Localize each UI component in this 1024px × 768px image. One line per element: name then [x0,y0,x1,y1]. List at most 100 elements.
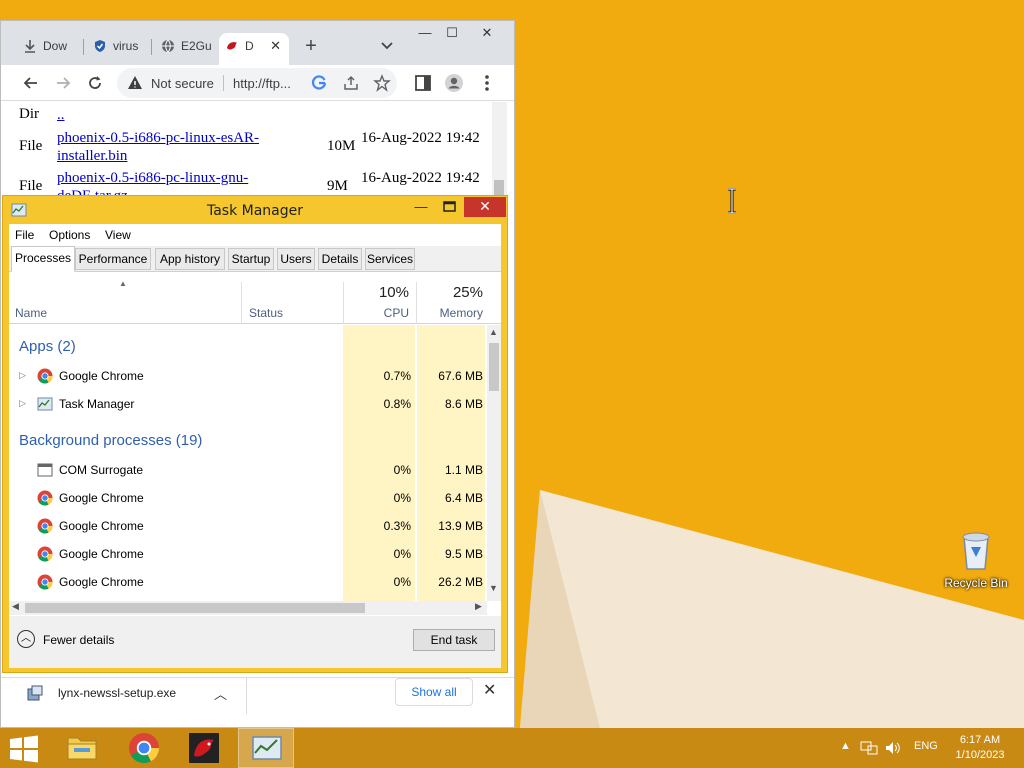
process-row[interactable]: ▷ Google Chrome 0.7% 67.6 MB [9,362,485,390]
fewer-details-link[interactable]: Fewer details [43,633,114,647]
title-bar[interactable]: Task Manager — ✕ [3,196,507,224]
process-row[interactable]: ▷ Task Manager 0.8% 8.6 MB [9,390,485,418]
chevron-down-icon[interactable] [379,37,395,53]
menu-file[interactable]: File [15,228,34,242]
clock-time: 6:17 AM [959,734,1001,746]
process-list-vertical-scrollbar[interactable]: ▲ ▼ [487,325,501,601]
tab-e2gu[interactable]: E2Gu [155,33,215,65]
column-status[interactable]: Status [249,306,283,320]
clock-date: 1/10/2023 [955,749,1005,761]
tab-divider [83,39,84,55]
download-icon [25,40,35,53]
entry-link[interactable]: phoenix-0.5-i686-pc-linux-esAR-installer… [57,129,307,165]
start-button[interactable] [0,728,56,768]
page-scrollbar[interactable] [492,102,507,202]
tab-close-icon[interactable]: ✕ [270,33,281,59]
tab-label: Dow [43,39,68,53]
menu-view[interactable]: View [105,228,131,242]
download-filename[interactable]: lynx-newssl-setup.exe [58,686,176,700]
new-tab-button[interactable]: + [301,35,321,57]
footer-bar: ︿ Fewer details End task [9,616,501,668]
download-bar: lynx-newssl-setup.exe ︿ Show all ✕ [1,677,514,727]
close-download-bar-icon[interactable]: ✕ [483,680,496,700]
volume-icon[interactable] [884,740,902,756]
input-language[interactable]: ENG [914,740,938,752]
google-icon[interactable] [311,75,327,91]
menu-options[interactable]: Options [49,228,90,242]
scroll-down-icon[interactable]: ▼ [489,583,498,593]
more-menu-icon[interactable] [477,73,497,93]
tab-services[interactable]: Services [365,248,415,270]
scroll-left-icon[interactable]: ◀ [12,601,19,612]
task-manager-body: File Options View Processes Performance … [9,224,501,668]
maximize-button[interactable] [437,199,461,217]
taskbar-chrome[interactable] [116,728,172,768]
taskbar-file-explorer[interactable] [54,728,110,768]
tab-label: D [245,39,254,53]
reload-icon[interactable] [85,73,105,93]
tab-startup[interactable]: Startup [228,248,274,270]
entry-date: 16-Aug-2022 19:42 [361,130,480,146]
security-label: Not secure [151,76,214,91]
profile-avatar-icon[interactable] [444,73,464,93]
warning-icon [128,76,142,89]
taskbar-dragon-app[interactable] [176,728,232,768]
end-task-button[interactable]: End task [413,629,495,651]
entry-size: 10M [327,138,356,154]
scroll-right-icon[interactable]: ▶ [475,601,482,612]
show-hidden-icons-icon[interactable]: ▲ [840,740,851,752]
recycle-bin[interactable]: Recycle Bin [940,527,1012,590]
process-list-horizontal-scrollbar[interactable]: ◀ ▶ [9,601,487,615]
tab-users[interactable]: Users [277,248,315,270]
scrollbar-thumb[interactable] [25,603,365,613]
clock[interactable]: 6:17 AM 1/10/2023 [944,733,1016,763]
chrome-icon [37,546,53,562]
address-bar[interactable]: Not secure http://ftp... [117,68,397,98]
process-row[interactable]: Google Chrome 0.3% 13.9 MB [9,512,485,540]
entry-type: Dir [19,106,39,122]
minimize-button[interactable]: — [411,199,431,217]
column-name[interactable]: Name [15,306,47,320]
scrollbar-thumb[interactable] [489,343,499,391]
tab-app-history[interactable]: App history [155,248,225,270]
process-row[interactable]: Google Chrome 0% 9.5 MB [9,540,485,568]
tab-downloads[interactable]: Dow [17,33,79,65]
tab-bar: Processes Performance App history Startu… [9,246,501,272]
process-row[interactable]: Google Chrome 0% 6.4 MB [9,484,485,512]
chevron-up-icon[interactable]: ︿ [214,684,227,703]
minimize-button[interactable]: — [411,23,439,43]
chevron-up-circle-icon[interactable]: ︿ [17,630,35,648]
network-icon[interactable] [860,740,878,756]
tab-active[interactable]: D ✕ [219,33,289,65]
browser-toolbar: Not secure http://ftp... [1,65,514,101]
process-row[interactable]: COM Surrogate 0% 1.1 MB [9,456,485,484]
expand-icon[interactable]: ▷ [19,370,26,381]
share-icon[interactable] [343,75,359,91]
close-button[interactable]: ✕ [464,197,506,217]
tab-processes[interactable]: Processes [11,246,75,272]
maximize-button[interactable]: ☐ [438,23,466,43]
star-icon[interactable] [373,74,391,92]
installer-icon [27,685,43,701]
expand-icon[interactable]: ▷ [19,398,26,409]
entry-link[interactable]: .. [57,106,307,124]
side-panel-icon[interactable] [413,73,433,93]
column-memory[interactable]: Memory [417,306,483,320]
memory-percent[interactable]: 25% [423,284,483,301]
column-header: ▲ Name Status 10% CPU 25% Memory [9,272,501,324]
taskbar-task-manager[interactable] [238,728,294,768]
scroll-up-icon[interactable]: ▲ [489,327,498,337]
group-header-background: Background processes (19) [19,432,203,449]
close-window-button[interactable]: ✕ [473,23,501,43]
cpu-percent[interactable]: 10% [349,284,409,301]
tab-virus[interactable]: virus [87,33,147,65]
tab-details[interactable]: Details [318,248,362,270]
process-row[interactable]: Google Chrome 0% 26.2 MB [9,568,485,596]
column-cpu[interactable]: CPU [343,306,409,320]
tab-performance[interactable]: Performance [75,248,151,270]
process-memory: 6.4 MB [444,491,483,505]
show-all-button[interactable]: Show all [395,678,473,706]
back-icon[interactable] [21,73,41,93]
window-title: Task Manager [206,203,304,219]
forward-icon[interactable] [53,73,73,93]
